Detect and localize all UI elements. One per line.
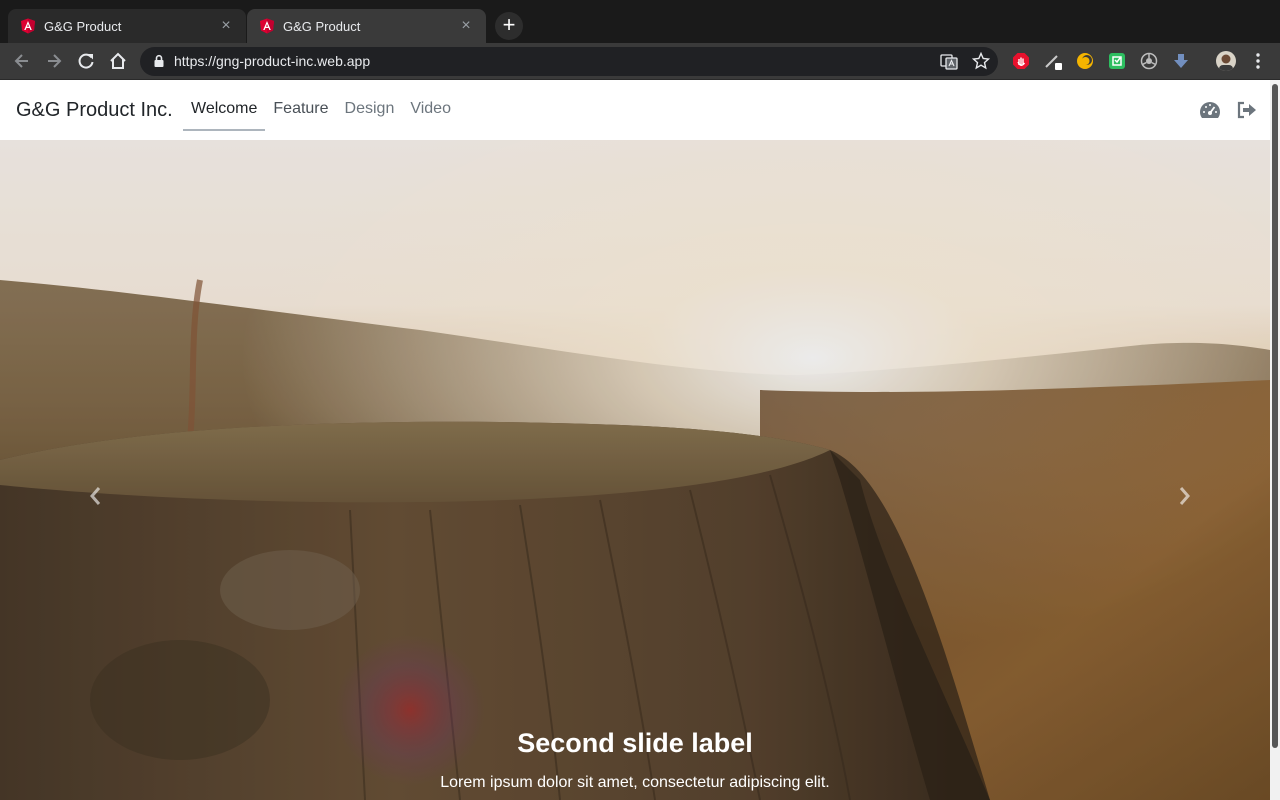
close-tab-icon[interactable]: × [458, 18, 474, 34]
angular-icon [21, 18, 35, 34]
page-scrollbar[interactable] [1270, 80, 1280, 800]
browser-toolbar: https://gng-product-inc.web.app [0, 43, 1280, 80]
address-bar[interactable]: https://gng-product-inc.web.app [140, 47, 998, 76]
nav-link-welcome[interactable]: Welcome [183, 80, 266, 131]
nav-link-design[interactable]: Design [337, 80, 403, 131]
slide-caption-text: Lorem ipsum dolor sit amet, consectetur … [440, 774, 830, 791]
close-tab-icon[interactable]: × [218, 18, 234, 34]
scrollbar-thumb[interactable] [1272, 84, 1278, 748]
evernote-extension-icon[interactable] [1108, 52, 1126, 70]
site-brand[interactable]: G&G Product Inc. [16, 99, 173, 122]
back-icon[interactable] [12, 51, 32, 71]
slide-image [0, 140, 1270, 800]
tab-title: G&G Product [283, 18, 361, 34]
tab-strip: G&G Product × G&G Product × + [0, 0, 1280, 43]
forward-icon[interactable] [44, 51, 64, 71]
download-extension-icon[interactable] [1172, 52, 1190, 70]
translate-icon[interactable] [940, 53, 958, 71]
browser-menu-icon[interactable] [1250, 51, 1266, 71]
slide-caption-title: Second slide label [517, 728, 753, 758]
dashboard-icon[interactable] [1199, 100, 1221, 120]
page-viewport: G&G Product Inc. Welcome Feature Design … [0, 80, 1280, 800]
angular-icon [260, 18, 274, 34]
pen-extension-icon[interactable] [1044, 52, 1062, 70]
tab-title: G&G Product [44, 18, 122, 34]
reload-icon[interactable] [76, 51, 96, 71]
home-icon[interactable] [108, 51, 128, 71]
hero-carousel: Second slide label Lorem ipsum dolor sit… [0, 140, 1270, 800]
profile-avatar[interactable] [1216, 51, 1236, 71]
url-text: https://gng-product-inc.web.app [174, 53, 371, 69]
new-tab-button[interactable]: + [495, 12, 523, 40]
profile-photo-icon [1219, 54, 1233, 71]
lock-icon[interactable] [152, 54, 166, 68]
browser-tab-1[interactable]: G&G Product × [8, 9, 246, 43]
nav-link-feature[interactable]: Feature [265, 80, 336, 131]
carousel-prev-icon[interactable] [86, 485, 106, 507]
bookmark-star-icon[interactable] [972, 52, 990, 70]
carousel-next-icon[interactable] [1174, 485, 1194, 507]
site-navbar: G&G Product Inc. Welcome Feature Design … [0, 80, 1280, 140]
nav-link-video[interactable]: Video [402, 80, 459, 131]
site-nav: Welcome Feature Design Video [183, 80, 459, 140]
chrome-extension-icon[interactable] [1140, 52, 1158, 70]
crescent-extension-icon[interactable] [1076, 52, 1094, 70]
browser-tab-2[interactable]: G&G Product × [247, 9, 486, 43]
adblock-extension-icon[interactable] [1012, 52, 1030, 70]
sign-out-icon[interactable] [1236, 100, 1258, 120]
